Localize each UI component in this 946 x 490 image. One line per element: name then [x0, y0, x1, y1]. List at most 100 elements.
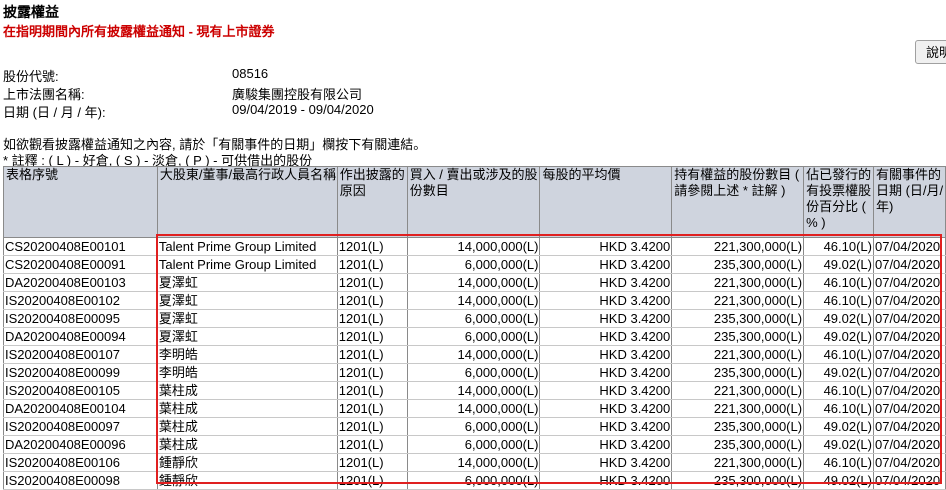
- event-date-link[interactable]: 07/04/2020: [872, 291, 946, 310]
- holder-name-cell: 鍾靜欣: [156, 453, 338, 472]
- event-date-link[interactable]: 07/04/2020: [872, 471, 946, 490]
- percentage-cell: 46.10(L): [803, 453, 874, 472]
- event-date-link[interactable]: 07/04/2020: [872, 435, 946, 454]
- avg-price-cell: HKD 3.4200: [539, 399, 673, 418]
- event-date-link[interactable]: 07/04/2020: [872, 273, 946, 292]
- table-row: IS20200408E00107 李明皓 1201(L) 14,000,000(L) H…: [3, 345, 946, 364]
- date-label: 日期 (日 / 月 / 年):: [3, 105, 106, 120]
- avg-price-cell: HKD 3.4200: [539, 345, 673, 364]
- shares-held-cell: 221,300,000(L): [671, 273, 805, 292]
- shares-held-cell: 235,300,000(L): [671, 309, 805, 328]
- event-date-link[interactable]: 07/04/2020: [872, 309, 946, 328]
- company-label: 上市法團名稱:: [3, 87, 85, 102]
- event-date-link[interactable]: 07/04/2020: [872, 363, 946, 382]
- shares-held-cell: 221,300,000(L): [671, 399, 805, 418]
- percentage-cell: 49.02(L): [803, 471, 874, 490]
- shares-held-cell: 221,300,000(L): [671, 381, 805, 400]
- holder-name-cell: 夏澤虹: [156, 291, 338, 310]
- shares-held-cell: 235,300,000(L): [671, 327, 805, 346]
- reason-cell: 1201(L): [336, 417, 408, 436]
- page-title: 披露權益: [3, 4, 59, 20]
- holder-name-cell: 夏澤虹: [156, 327, 338, 346]
- reason-cell: 1201(L): [336, 327, 408, 346]
- reason-cell: 1201(L): [336, 273, 408, 292]
- table-row: CS20200408E00101 Talent Prime Group Limit…: [3, 237, 946, 256]
- date-range-value: 09/04/2019 - 09/04/2020: [232, 102, 374, 117]
- avg-price-cell: HKD 3.4200: [539, 309, 673, 328]
- shares-involved-cell: 14,000,000(L): [406, 291, 541, 310]
- reason-cell: 1201(L): [336, 309, 408, 328]
- avg-price-cell: HKD 3.4200: [539, 363, 673, 382]
- shares-involved-cell: 14,000,000(L): [406, 237, 541, 256]
- event-date-link[interactable]: 07/04/2020: [872, 417, 946, 436]
- percentage-cell: 46.10(L): [803, 381, 874, 400]
- table-header-row: 表格序號 大股東/董事/最高行政人員名稱 作出披露的原因 買入 / 賣出或涉及的…: [3, 166, 946, 238]
- table-row: IS20200408E00095 夏澤虹 1201(L) 6,000,000(L) HK…: [3, 309, 946, 328]
- form-serial-cell: IS20200408E00105: [3, 381, 158, 400]
- percentage-cell: 46.10(L): [803, 345, 874, 364]
- table-row: CS20200408E00091 Talent Prime Group Limit…: [3, 255, 946, 274]
- header-form-serial: 表格序號: [3, 166, 158, 238]
- holder-name-cell: Talent Prime Group Limited: [156, 237, 338, 256]
- reason-cell: 1201(L): [336, 237, 408, 256]
- form-serial-cell: DA20200408E00103: [3, 273, 158, 292]
- percentage-cell: 49.02(L): [803, 327, 874, 346]
- event-date-link[interactable]: 07/04/2020: [872, 453, 946, 472]
- reason-cell: 1201(L): [336, 381, 408, 400]
- event-date-link[interactable]: 07/04/2020: [872, 381, 946, 400]
- percentage-cell: 49.02(L): [803, 363, 874, 382]
- shares-held-cell: 221,300,000(L): [671, 237, 805, 256]
- table-row: IS20200408E00099 李明皓 1201(L) 6,000,000(L) HK…: [3, 363, 946, 382]
- reason-cell: 1201(L): [336, 345, 408, 364]
- company-value: 廣駿集團控股有限公司: [232, 87, 363, 102]
- avg-price-cell: HKD 3.4200: [539, 273, 673, 292]
- reason-cell: 1201(L): [336, 453, 408, 472]
- shares-involved-cell: 6,000,000(L): [406, 327, 541, 346]
- avg-price-cell: HKD 3.4200: [539, 237, 673, 256]
- stock-code-label: 股份代號:: [3, 69, 59, 84]
- table-row: IS20200408E00098 鍾靜欣 1201(L) 6,000,000(L) HK…: [3, 471, 946, 490]
- percentage-cell: 46.10(L): [803, 399, 874, 418]
- shares-involved-cell: 6,000,000(L): [406, 417, 541, 436]
- header-disclosure-reason: 作出披露的原因: [336, 166, 408, 238]
- header-event-date: 有關事件的日期 (日/月/年): [872, 166, 946, 238]
- holder-name-cell: 夏澤虹: [156, 309, 338, 328]
- shares-held-cell: 221,300,000(L): [671, 453, 805, 472]
- form-serial-cell: CS20200408E00091: [3, 255, 158, 274]
- shares-involved-cell: 6,000,000(L): [406, 363, 541, 382]
- header-holder-name: 大股東/董事/最高行政人員名稱: [156, 166, 338, 238]
- stock-code-value: 08516: [232, 66, 269, 81]
- event-date-link[interactable]: 07/04/2020: [872, 399, 946, 418]
- percentage-cell: 46.10(L): [803, 291, 874, 310]
- percentage-cell: 49.02(L): [803, 435, 874, 454]
- avg-price-cell: HKD 3.4200: [539, 291, 673, 310]
- avg-price-cell: HKD 3.4200: [539, 435, 673, 454]
- header-shares-involved: 買入 / 賣出或涉及的股份數目: [406, 166, 541, 238]
- holder-name-cell: 李明皓: [156, 363, 338, 382]
- percentage-cell: 46.10(L): [803, 273, 874, 292]
- event-date-link[interactable]: 07/04/2020: [872, 237, 946, 256]
- form-serial-cell: IS20200408E00095: [3, 309, 158, 328]
- header-average-price: 每股的平均價: [539, 166, 673, 238]
- table-row: IS20200408E00097 葉柱成 1201(L) 6,000,000(L) HK…: [3, 417, 946, 436]
- avg-price-cell: HKD 3.4200: [539, 327, 673, 346]
- event-date-link[interactable]: 07/04/2020: [872, 255, 946, 274]
- reason-cell: 1201(L): [336, 399, 408, 418]
- event-date-link[interactable]: 07/04/2020: [872, 327, 946, 346]
- event-date-link[interactable]: 07/04/2020: [872, 345, 946, 364]
- shares-involved-cell: 14,000,000(L): [406, 453, 541, 472]
- percentage-cell: 49.02(L): [803, 255, 874, 274]
- holder-name-cell: 葉柱成: [156, 417, 338, 436]
- reason-cell: 1201(L): [336, 435, 408, 454]
- table-row: DA20200408E00104 葉柱成 1201(L) 14,000,000(L) H…: [3, 399, 946, 418]
- reason-cell: 1201(L): [336, 291, 408, 310]
- avg-price-cell: HKD 3.4200: [539, 453, 673, 472]
- shares-involved-cell: 14,000,000(L): [406, 345, 541, 364]
- table-row: IS20200408E00105 葉柱成 1201(L) 14,000,000(L) H…: [3, 381, 946, 400]
- page-subtitle: 在指明期間內所有披露權益通知 - 現有上市證券: [3, 24, 275, 39]
- help-button[interactable]: 說明: [915, 40, 946, 64]
- holder-name-cell: 夏澤虹: [156, 273, 338, 292]
- shares-involved-cell: 6,000,000(L): [406, 255, 541, 274]
- shares-held-cell: 235,300,000(L): [671, 255, 805, 274]
- table-row: IS20200408E00106 鍾靜欣 1201(L) 14,000,000(L) H…: [3, 453, 946, 472]
